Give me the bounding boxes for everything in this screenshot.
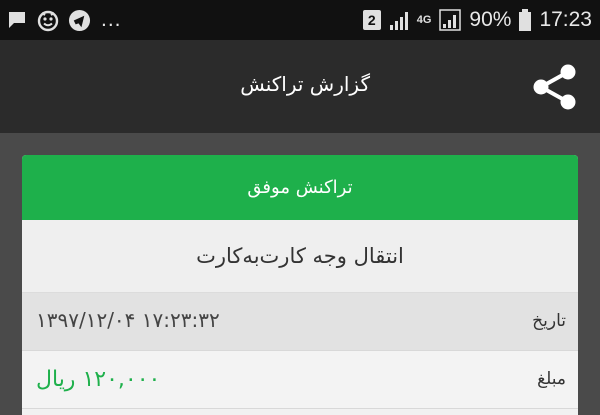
sim-indicator: 2 bbox=[362, 10, 381, 30]
notification-icons: ... bbox=[6, 8, 122, 32]
clock: 17:23 bbox=[539, 8, 592, 31]
date-value: ۱۳۹۷/۱۲/۰۴ ۱۷:۲۳:۳۲ bbox=[36, 308, 220, 332]
date-row: تاریخ ۱۳۹۷/۱۲/۰۴ ۱۷:۲۳:۳۲ bbox=[22, 293, 578, 351]
amount-row: مبلغ ۱۲۰,۰۰۰ ریال bbox=[22, 351, 578, 409]
transaction-type: انتقال وجه کارت‌به‌کارت bbox=[196, 244, 404, 268]
signal-strength-icon bbox=[439, 9, 462, 31]
amount-value: ۱۲۰,۰۰۰ ریال bbox=[36, 367, 161, 392]
battery-icon bbox=[519, 9, 532, 31]
status-bar: ... 2 4G 90% 17:23 bbox=[0, 0, 600, 40]
emoji-icon bbox=[36, 8, 60, 32]
transaction-type-row: انتقال وجه کارت‌به‌کارت bbox=[22, 220, 578, 293]
amount-label: مبلغ bbox=[537, 369, 566, 389]
chat-icon bbox=[6, 9, 28, 31]
transaction-status: تراکنش موفق bbox=[247, 177, 353, 198]
receipt-card: تراکنش موفق انتقال وجه کارت‌به‌کارت تاری… bbox=[22, 155, 578, 415]
battery-percent: 90% bbox=[469, 8, 512, 31]
signal-icon bbox=[389, 9, 409, 31]
network-type-icon: 4G bbox=[416, 14, 432, 26]
share-button[interactable] bbox=[526, 57, 582, 117]
transaction-status-header: تراکنش موفق bbox=[22, 155, 578, 220]
app-bar: گزارش تراکنش bbox=[0, 40, 600, 133]
telegram-icon bbox=[68, 9, 91, 32]
system-indicators: 2 4G 90% 17:23 bbox=[362, 8, 592, 32]
date-label: تاریخ bbox=[532, 311, 566, 331]
more-notifications: ... bbox=[101, 8, 122, 31]
page-title: گزارش تراکنش bbox=[240, 72, 370, 96]
share-icon bbox=[530, 62, 578, 112]
